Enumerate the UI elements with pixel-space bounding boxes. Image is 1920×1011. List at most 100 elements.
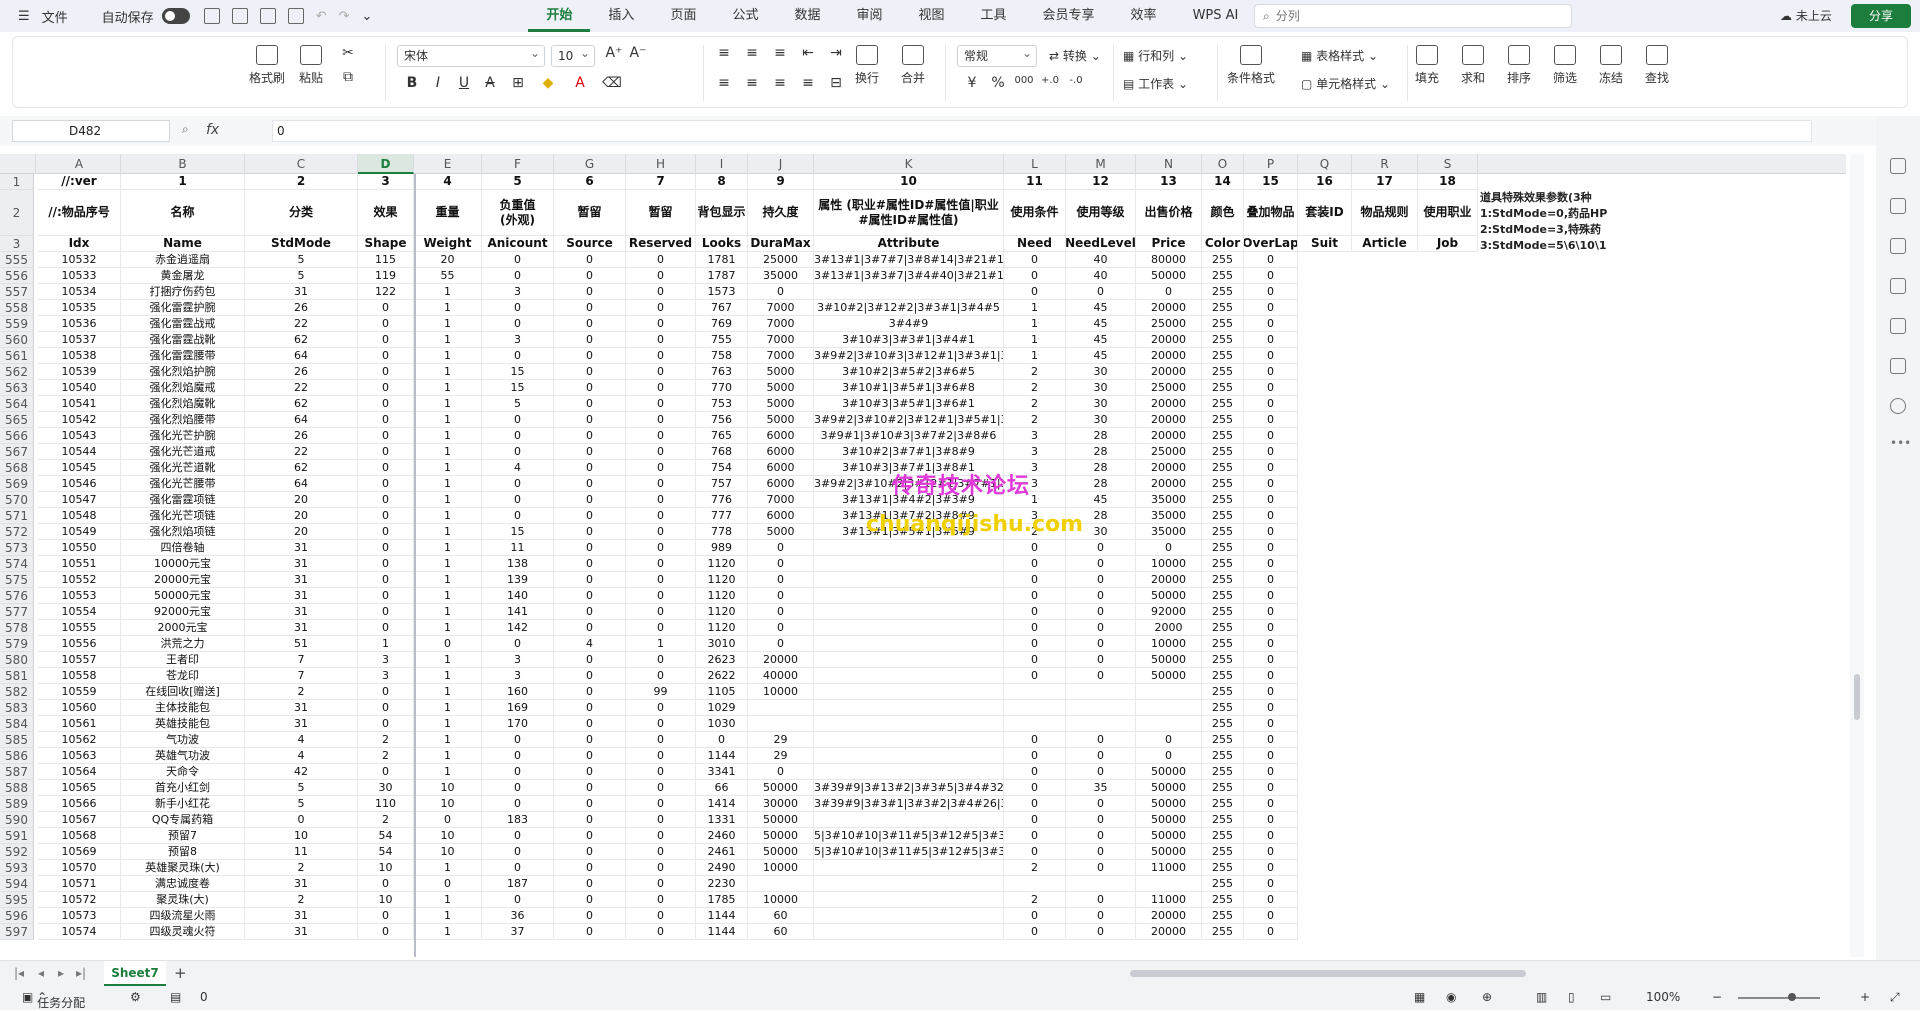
header-cell[interactable]: 12: [1066, 174, 1136, 190]
table-cell[interactable]: [814, 764, 1004, 780]
table-cell[interactable]: 10559: [38, 684, 121, 700]
table-cell[interactable]: 2: [1004, 364, 1066, 380]
table-cell[interactable]: 255: [1202, 540, 1244, 556]
table-cell[interactable]: 50000: [748, 844, 814, 860]
table-cell[interactable]: 强化光芒道靴: [121, 460, 245, 476]
table-cell[interactable]: 0: [554, 732, 626, 748]
table-cell[interactable]: 1: [414, 860, 482, 876]
table-cell[interactable]: 0: [1066, 636, 1136, 652]
table-cell[interactable]: 0: [1244, 780, 1298, 796]
table-cell[interactable]: 29: [748, 748, 814, 764]
table-cell[interactable]: 英雄技能包: [121, 716, 245, 732]
more-icon[interactable]: •••: [1890, 436, 1911, 450]
table-cell[interactable]: 强化光芒道戒: [121, 444, 245, 460]
table-cell[interactable]: 新手小红花: [121, 796, 245, 812]
table-cell[interactable]: 0: [1066, 588, 1136, 604]
table-cell[interactable]: 10562: [38, 732, 121, 748]
table-cell[interactable]: 0: [626, 348, 696, 364]
table-cell[interactable]: 0: [1244, 892, 1298, 908]
table-cell[interactable]: 0: [626, 668, 696, 684]
table-cell[interactable]: 0: [1244, 572, 1298, 588]
header-cell[interactable]: 18: [1418, 174, 1478, 190]
merge-button[interactable]: 合并: [901, 45, 925, 86]
table-cell[interactable]: 0: [626, 700, 696, 716]
table-cell[interactable]: 0: [626, 764, 696, 780]
table-cell[interactable]: 强化光芒项链: [121, 508, 245, 524]
table-cell[interactable]: 42: [245, 764, 358, 780]
font-name-select[interactable]: 宋体: [397, 43, 545, 67]
table-cell[interactable]: 10000: [1136, 636, 1202, 652]
table-cell[interactable]: 5: [245, 780, 358, 796]
header-cell[interactable]: 13: [1136, 174, 1202, 190]
table-cell[interactable]: 0: [748, 636, 814, 652]
table-cell[interactable]: 50000: [1136, 780, 1202, 796]
table-cell[interactable]: 25000: [1136, 316, 1202, 332]
table-cell[interactable]: 0: [482, 252, 554, 268]
table-cell[interactable]: 0: [482, 268, 554, 284]
table-cell[interactable]: 140: [482, 588, 554, 604]
table-cell[interactable]: 1: [414, 380, 482, 396]
table-cell[interactable]: 50000: [1136, 652, 1202, 668]
table-cell[interactable]: 1: [414, 300, 482, 316]
autosave-toggle[interactable]: [161, 8, 190, 24]
font-grow-icon[interactable]: A⁺: [603, 45, 625, 61]
table-cell[interactable]: [814, 684, 1004, 700]
table-cell[interactable]: 0: [554, 364, 626, 380]
table-cell[interactable]: 0: [1244, 460, 1298, 476]
table-cell[interactable]: 0: [358, 556, 414, 572]
table-cell[interactable]: 0: [358, 300, 414, 316]
table-cell[interactable]: 10553: [38, 588, 121, 604]
header-cell[interactable]: StdMode: [245, 236, 358, 252]
table-cell[interactable]: 31: [245, 284, 358, 300]
table-cell[interactable]: 10548: [38, 508, 121, 524]
header-cell[interactable]: 14: [1202, 174, 1244, 190]
help-icon[interactable]: [1890, 398, 1906, 414]
table-cell[interactable]: 0: [1244, 684, 1298, 700]
table-cell[interactable]: 0: [748, 620, 814, 636]
table-cell[interactable]: 0: [1244, 412, 1298, 428]
table-cell[interactable]: 40: [1066, 268, 1136, 284]
table-cell[interactable]: 0: [554, 300, 626, 316]
table-cell[interactable]: 0: [414, 812, 482, 828]
header-cell[interactable]: Price: [1136, 236, 1202, 252]
table-cell[interactable]: 20: [245, 524, 358, 540]
table-cell[interactable]: 0: [554, 444, 626, 460]
table-cell[interactable]: 255: [1202, 620, 1244, 636]
table-cell[interactable]: 10571: [38, 876, 121, 892]
table-cell[interactable]: [814, 716, 1004, 732]
header-cell[interactable]: 负重值 (外观): [482, 190, 554, 236]
table-cell[interactable]: 255: [1202, 300, 1244, 316]
table-cell[interactable]: 0: [1244, 300, 1298, 316]
table-cell[interactable]: 45: [1066, 348, 1136, 364]
table-cell[interactable]: 20000: [1136, 364, 1202, 380]
table-cell[interactable]: 3#10#3|3#3#1|3#4#1: [814, 332, 1004, 348]
table-cell[interactable]: 0: [1066, 668, 1136, 684]
indent-increase-icon[interactable]: ⇥: [825, 45, 847, 61]
page-layout-icon[interactable]: ▯: [1568, 990, 1575, 1004]
table-cell[interactable]: 255: [1202, 764, 1244, 780]
table-cell[interactable]: 0: [626, 284, 696, 300]
table-cell[interactable]: [1004, 684, 1066, 700]
table-cell[interactable]: 0: [626, 524, 696, 540]
table-cell[interactable]: 0: [1004, 924, 1066, 940]
header-cell[interactable]: 叠加物品: [1244, 190, 1298, 236]
table-cell[interactable]: 0: [1004, 588, 1066, 604]
row-number[interactable]: 593: [0, 860, 34, 876]
table-cell[interactable]: 31: [245, 716, 358, 732]
table-cell[interactable]: 1120: [696, 556, 748, 572]
table-cell[interactable]: 0: [358, 908, 414, 924]
table-cell[interactable]: 0: [1136, 284, 1202, 300]
table-cell[interactable]: 0: [1244, 796, 1298, 812]
cell-style-button[interactable]: ▢ 单元格样式 ⌄: [1301, 75, 1390, 92]
table-cell[interactable]: 5000: [748, 524, 814, 540]
table-cell[interactable]: 0: [1066, 620, 1136, 636]
table-cell[interactable]: 3: [482, 668, 554, 684]
table-cell[interactable]: 10561: [38, 716, 121, 732]
table-cell[interactable]: 强化烈焰魔戒: [121, 380, 245, 396]
table-cell[interactable]: 0: [554, 812, 626, 828]
table-cell[interactable]: 1: [414, 284, 482, 300]
table-cell[interactable]: 0: [626, 748, 696, 764]
table-cell[interactable]: 5: [245, 252, 358, 268]
table-cell[interactable]: 3010: [696, 636, 748, 652]
table-cell[interactable]: 35000: [1136, 508, 1202, 524]
